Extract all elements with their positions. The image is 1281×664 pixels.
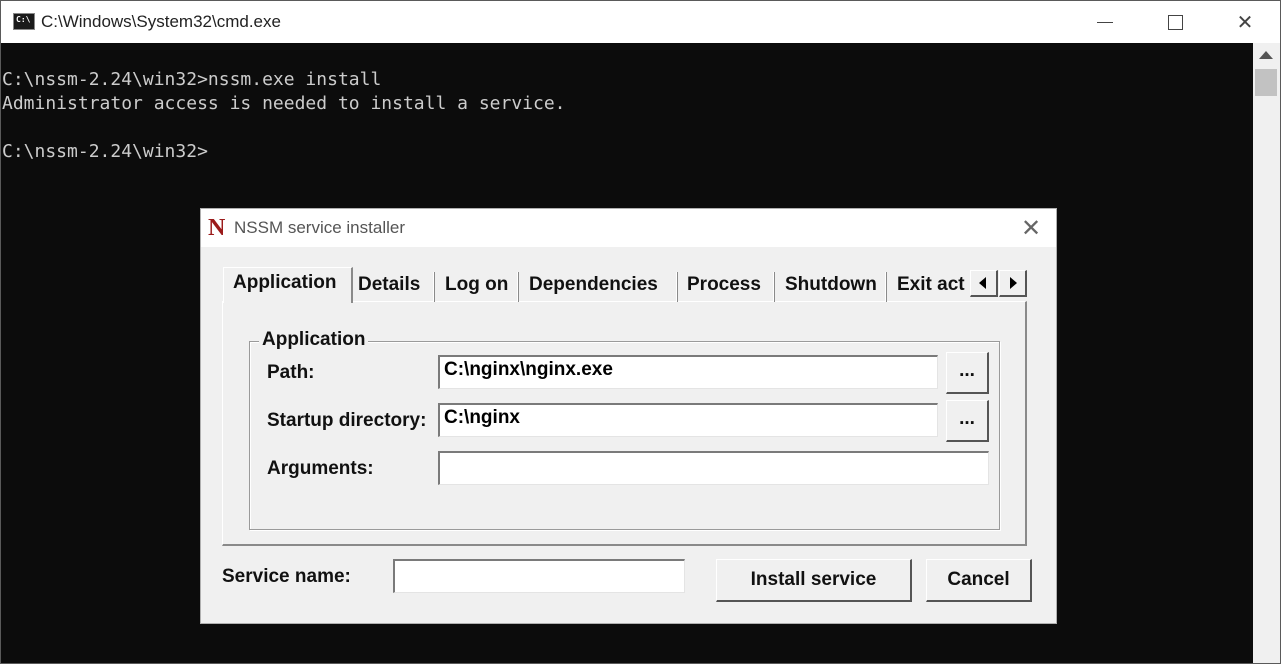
tab-label: Log on	[445, 274, 509, 295]
close-icon: ✕	[1236, 10, 1254, 34]
dialog-close-icon[interactable]: ✕	[1021, 214, 1041, 242]
service-name-label: Service name:	[222, 566, 351, 587]
arguments-label: Arguments:	[267, 458, 374, 479]
startup-directory-label: Startup directory:	[267, 410, 427, 431]
arrow-right-icon	[1010, 277, 1017, 289]
minimize-icon	[1097, 22, 1113, 23]
nssm-logo-icon: N	[208, 215, 226, 241]
tab-label: Dependencies	[529, 274, 658, 295]
path-label: Path:	[267, 362, 315, 383]
tab-divider	[433, 272, 435, 302]
console-line: C:\nssm-2.24\win32>	[2, 141, 208, 162]
console-scrollbar[interactable]	[1253, 43, 1280, 663]
nssm-installer-dialog: N NSSM service installer ✕ Application D…	[200, 208, 1057, 624]
close-button[interactable]: ✕	[1210, 1, 1280, 43]
scroll-up-arrow-icon[interactable]	[1259, 51, 1273, 59]
groupbox-title: Application	[259, 329, 369, 351]
cmd-app-icon: C:\	[13, 13, 35, 30]
startup-browse-button[interactable]: ...	[946, 400, 989, 442]
tab-label: Process	[687, 274, 761, 295]
install-service-button[interactable]: Install service	[716, 559, 912, 602]
tab-scroll-right-button[interactable]	[999, 270, 1027, 297]
tab-details[interactable]: Details	[357, 270, 433, 302]
console-line: Administrator access is needed to instal…	[2, 93, 566, 114]
tab-log-on[interactable]: Log on	[444, 270, 517, 302]
arguments-field[interactable]	[438, 451, 989, 485]
tab-shutdown[interactable]: Shutdown	[784, 270, 884, 302]
window-title: C:\Windows\System32\cmd.exe	[41, 12, 281, 31]
tab-label: Details	[358, 274, 421, 295]
tab-dependencies[interactable]: Dependencies	[528, 270, 676, 302]
tab-label: Exit act	[897, 274, 965, 295]
dialog-titlebar[interactable]: N NSSM service installer ✕	[201, 209, 1056, 247]
tab-scroll-left-button[interactable]	[970, 270, 998, 297]
console-line: C:\nssm-2.24\win32>nssm.exe install	[2, 69, 382, 90]
startup-directory-field[interactable]: C:\nginx	[438, 403, 938, 437]
maximize-button[interactable]	[1140, 1, 1210, 43]
path-field[interactable]: C:\nginx\nginx.exe	[438, 355, 938, 389]
path-browse-button[interactable]: ...	[946, 352, 989, 394]
tab-process[interactable]: Process	[686, 270, 772, 302]
cmd-titlebar[interactable]: C:\ C:\Windows\System32\cmd.exe ✕	[1, 1, 1280, 43]
tab-divider	[885, 272, 887, 302]
tab-divider	[676, 272, 678, 302]
dialog-title: NSSM service installer	[234, 218, 405, 237]
tab-divider	[773, 272, 775, 302]
arrow-left-icon	[979, 277, 986, 289]
tab-divider	[517, 272, 519, 302]
tab-application[interactable]: Application	[223, 267, 353, 303]
cmd-icon-text: C:\	[16, 15, 31, 24]
minimize-button[interactable]	[1070, 1, 1140, 43]
tab-label: Application	[233, 272, 337, 293]
tab-exit-actions[interactable]: Exit act	[896, 270, 970, 302]
tab-label: Shutdown	[785, 274, 877, 295]
scroll-thumb[interactable]	[1255, 69, 1277, 96]
maximize-icon	[1167, 15, 1183, 30]
cancel-button[interactable]: Cancel	[926, 559, 1032, 602]
service-name-field[interactable]	[393, 559, 685, 593]
